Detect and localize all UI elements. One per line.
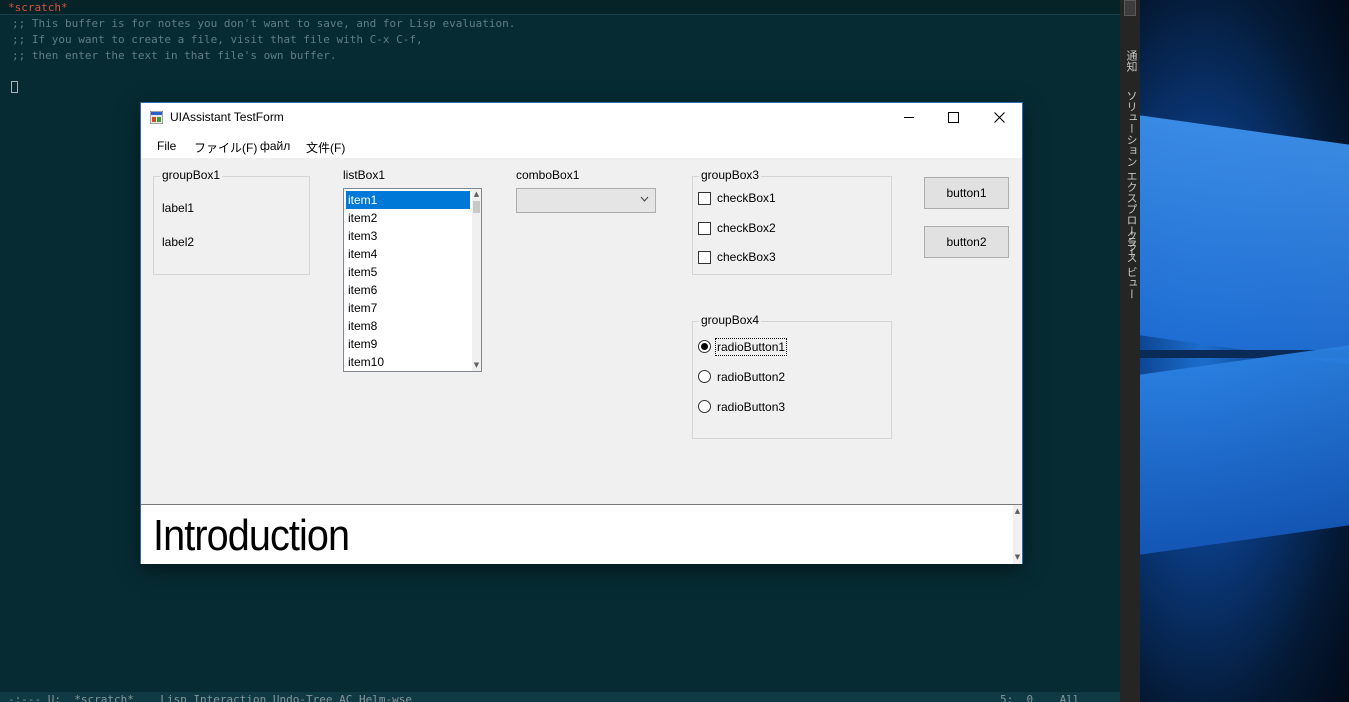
button1[interactable]: button1 (924, 177, 1009, 209)
groupbox3-title: groupBox3 (699, 168, 762, 182)
close-button[interactable] (976, 103, 1022, 132)
checkbox1-box[interactable] (698, 192, 711, 205)
list-item[interactable]: item7 (346, 299, 470, 317)
mode-line-right: 5: 0 All (1000, 693, 1080, 702)
radiobutton2-circle[interactable] (698, 370, 711, 383)
menu-file-japanese[interactable]: ファイル(F) (194, 139, 257, 156)
ide-side-strip: 通知 ソリューション エクスプローラー クラス ビュー (1120, 0, 1140, 702)
menu-file-chinese[interactable]: 文件(F) (306, 139, 345, 156)
scroll-up-icon[interactable]: ▲ (472, 190, 481, 198)
scratch-line-1: ;; This buffer is for notes you don't wa… (12, 17, 516, 30)
app-icon (150, 111, 163, 124)
list-item[interactable]: item10 (346, 353, 470, 371)
radiobutton1-label[interactable]: radioButton1 (714, 338, 788, 356)
list-item[interactable]: item6 (346, 281, 470, 299)
list-item[interactable]: item1 (346, 191, 470, 209)
title-bar[interactable]: UIAssistant TestForm (141, 103, 1022, 132)
desktop-wallpaper (1140, 0, 1349, 702)
checkbox2-box[interactable] (698, 222, 711, 235)
listbox1[interactable]: item1 item2 item3 item4 item5 item6 item… (343, 188, 482, 372)
mode-line: -:--- U: *scratch* Lisp Interaction Undo… (0, 692, 1120, 702)
maximize-icon (947, 112, 959, 123)
listbox1-scrollbar[interactable]: ▲ ▼ (472, 189, 481, 371)
list-item[interactable]: item4 (346, 245, 470, 263)
list-item[interactable]: item8 (346, 317, 470, 335)
groupbox4-title: groupBox4 (699, 313, 762, 327)
scroll-thumb[interactable] (473, 201, 480, 213)
groupbox1-title: groupBox1 (160, 168, 223, 182)
scratch-line-2: ;; If you want to create a file, visit t… (12, 33, 423, 46)
side-tab-class-view[interactable]: クラス ビュー (1123, 230, 1139, 300)
label1: label1 (162, 201, 195, 215)
list-item[interactable]: item3 (346, 227, 470, 245)
minimize-icon (904, 117, 914, 118)
text-cursor (11, 81, 18, 93)
buffer-name[interactable]: *scratch* (8, 1, 68, 14)
combobox1[interactable] (516, 188, 656, 213)
list-item[interactable]: item9 (346, 335, 470, 353)
checkbox1-label[interactable]: checkBox1 (717, 191, 776, 205)
richtext-scrollbar[interactable]: ▲ ▼ (1013, 505, 1022, 564)
richtext-content: Introduction (153, 511, 350, 560)
mode-line-left: -:--- U: *scratch* Lisp Interaction Undo… (8, 693, 412, 702)
combobox1-label: comboBox1 (516, 168, 580, 182)
testform-window: UIAssistant TestForm File ファイル(F) файл 文… (141, 103, 1022, 564)
checkbox3-box[interactable] (698, 251, 711, 264)
checkbox3-label[interactable]: checkBox3 (717, 250, 776, 264)
label2: label2 (162, 235, 195, 249)
radiobutton1-circle[interactable] (698, 340, 711, 353)
scratch-line-3: ;; then enter the text in that file's ow… (12, 49, 337, 62)
checkbox2-label[interactable]: checkBox2 (717, 221, 776, 235)
button2[interactable]: button2 (924, 226, 1009, 258)
menu-bar: File ファイル(F) файл 文件(F) (141, 132, 1022, 158)
close-icon (993, 112, 1005, 123)
side-strip-button[interactable] (1124, 0, 1136, 16)
menu-file[interactable]: File (157, 139, 176, 153)
listbox1-label: listBox1 (343, 168, 386, 182)
buffer-tab-bar: *scratch* (0, 0, 1120, 15)
menu-file-russian[interactable]: файл (260, 139, 290, 153)
richtextbox[interactable]: Introduction ▲ ▼ (141, 504, 1022, 564)
groupbox1 (153, 176, 310, 275)
list-item[interactable]: item2 (346, 209, 470, 227)
minimize-button[interactable] (886, 103, 932, 132)
window-title: UIAssistant TestForm (170, 110, 284, 124)
chevron-down-icon (640, 196, 649, 202)
side-tab-notifications[interactable]: 通知 (1123, 50, 1139, 72)
radiobutton3-label[interactable]: radioButton3 (717, 400, 785, 414)
list-item[interactable]: item5 (346, 263, 470, 281)
scroll-up-icon[interactable]: ▲ (1013, 507, 1022, 515)
maximize-button[interactable] (930, 103, 976, 132)
radiobutton2-label[interactable]: radioButton2 (717, 370, 785, 384)
radiobutton3-circle[interactable] (698, 400, 711, 413)
scroll-down-icon[interactable]: ▼ (1013, 553, 1022, 561)
scroll-down-icon[interactable]: ▼ (472, 361, 481, 369)
